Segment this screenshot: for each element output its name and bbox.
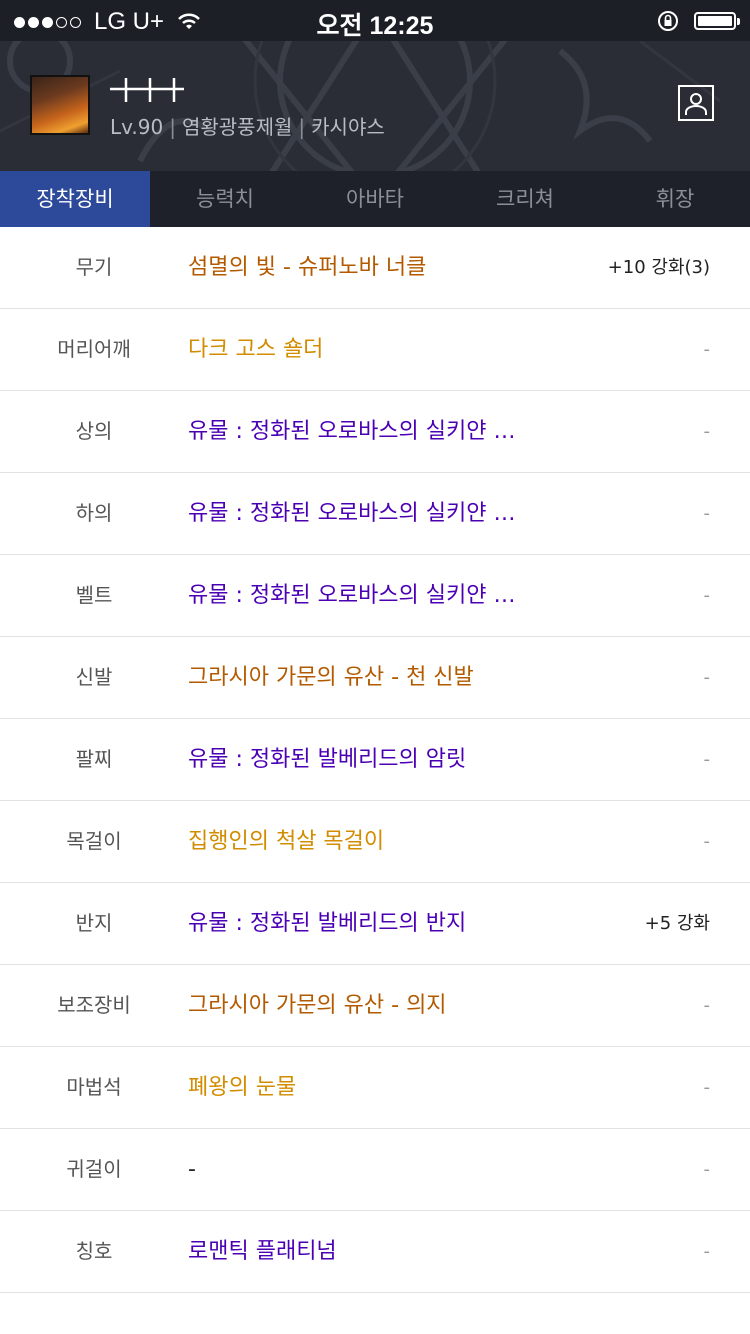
slot-label: 보조장비 xyxy=(57,993,131,1017)
battery-icon xyxy=(694,12,740,30)
equipment-row-support[interactable]: 보조장비 그라시아 가문의 유산 - 의지 - xyxy=(0,965,750,1047)
tab-stats[interactable]: 능력치 xyxy=(150,171,300,227)
item-name: 로맨틱 플래티넘 xyxy=(188,1239,337,1264)
equipment-row-bracelet[interactable]: 팔찌 유물 : 정화된 발베리드의 암릿 - xyxy=(0,719,750,801)
enhance-value: - xyxy=(703,1077,711,1098)
item-name: 유물 : 정화된 발베리드의 반지 xyxy=(188,911,467,936)
equipment-row-earring[interactable]: 귀걸이 - - xyxy=(0,1129,750,1211)
slot-label: 목걸이 xyxy=(66,829,122,853)
character-level: Lv.90 xyxy=(110,115,164,139)
item-name: 유물 : 정화된 오로바스의 실키얀 … xyxy=(188,501,516,526)
equipment-row-title[interactable]: 칭호 로맨틱 플래티넘 - xyxy=(0,1211,750,1293)
rotation-lock-icon xyxy=(658,11,678,31)
character-job: 염황광풍제월 xyxy=(181,115,293,139)
character-name-glyph-icon xyxy=(110,78,184,102)
tab-equipment[interactable]: 장착장비 xyxy=(0,171,150,227)
enhance-value: - xyxy=(703,667,711,688)
wifi-icon xyxy=(178,13,200,29)
equipment-row-necklace[interactable]: 목걸이 집행인의 척살 목걸이 - xyxy=(0,801,750,883)
slot-label: 칭호 xyxy=(75,1239,113,1263)
carrier-label: LG U+ xyxy=(94,8,165,35)
tab-avatar[interactable]: 아바타 xyxy=(300,171,450,227)
character-info: Lv.90 | 염황광풍제월 | 카시야스 xyxy=(110,115,385,139)
slot-label: 팔찌 xyxy=(75,747,113,771)
tab-creature[interactable]: 크리쳐 xyxy=(450,171,600,227)
equipment-row-head-shoulder[interactable]: 머리어깨 다크 고스 숄더 - xyxy=(0,309,750,391)
character-server: 카시야스 xyxy=(311,115,385,139)
slot-label: 상의 xyxy=(75,419,113,443)
equipment-row-belt[interactable]: 벨트 유물 : 정화된 오로바스의 실키얀 … - xyxy=(0,555,750,637)
user-profile-button[interactable] xyxy=(678,85,714,121)
slot-label: 무기 xyxy=(75,255,113,279)
enhance-value: +5 강화 xyxy=(644,913,710,934)
item-name: 유물 : 정화된 오로바스의 실키얀 … xyxy=(188,583,516,608)
enhance-value: - xyxy=(703,1241,711,1262)
slot-label: 반지 xyxy=(75,911,113,935)
item-name: 집행인의 척살 목걸이 xyxy=(188,829,385,854)
equipment-row-top[interactable]: 상의 유물 : 정화된 오로바스의 실키얀 … - xyxy=(0,391,750,473)
item-name: 그라시아 가문의 유산 - 천 신발 xyxy=(188,665,474,690)
equipment-row-weapon[interactable]: 무기 섬멸의 빛 - 슈퍼노바 너클 +10 강화(3) xyxy=(0,227,750,309)
user-profile-icon xyxy=(685,93,707,115)
enhance-value: - xyxy=(703,995,711,1016)
item-name: 그라시아 가문의 유산 - 의지 xyxy=(188,993,447,1018)
equipment-row-bottom[interactable]: 하의 유물 : 정화된 오로바스의 실키얀 … - xyxy=(0,473,750,555)
item-name: 유물 : 정화된 발베리드의 암릿 xyxy=(188,747,467,772)
tab-insignia[interactable]: 휘장 xyxy=(600,171,750,227)
enhance-value: - xyxy=(703,421,711,442)
slot-label: 하의 xyxy=(75,501,113,525)
item-name: 폐왕의 눈물 xyxy=(188,1075,297,1100)
slot-label: 귀걸이 xyxy=(66,1157,122,1181)
equipment-row-ring[interactable]: 반지 유물 : 정화된 발베리드의 반지 +5 강화 xyxy=(0,883,750,965)
character-header: Lv.90 | 염황광풍제월 | 카시야스 xyxy=(0,41,750,171)
status-bar: LG U+ 오전 12:25 xyxy=(0,0,750,41)
enhance-value: - xyxy=(703,339,711,360)
enhance-value: - xyxy=(703,749,711,770)
signal-dots-icon xyxy=(14,16,84,28)
equipment-row-shoes[interactable]: 신발 그라시아 가문의 유산 - 천 신발 - xyxy=(0,637,750,719)
equipment-row-magic-stone[interactable]: 마법석 폐왕의 눈물 - xyxy=(0,1047,750,1129)
enhance-value: - xyxy=(703,1159,711,1180)
item-name: - xyxy=(188,1157,196,1182)
slot-label: 신발 xyxy=(75,665,113,689)
tab-bar: 장착장비 능력치 아바타 크리쳐 휘장 xyxy=(0,171,750,227)
enhance-value: +10 강화(3) xyxy=(607,257,710,278)
slot-label: 머리어깨 xyxy=(57,337,131,361)
item-name: 섬멸의 빛 - 슈퍼노바 너클 xyxy=(188,255,427,280)
slot-label: 벨트 xyxy=(75,583,113,607)
enhance-value: - xyxy=(703,585,711,606)
item-name: 다크 고스 숄더 xyxy=(188,337,324,362)
enhance-value: - xyxy=(703,831,711,852)
equipment-list: 무기 섬멸의 빛 - 슈퍼노바 너클 +10 강화(3) 머리어깨 다크 고스 … xyxy=(0,227,750,1293)
item-name: 유물 : 정화된 오로바스의 실키얀 … xyxy=(188,419,516,444)
enhance-value: - xyxy=(703,503,711,524)
slot-label: 마법석 xyxy=(66,1075,122,1099)
character-avatar xyxy=(30,75,90,135)
